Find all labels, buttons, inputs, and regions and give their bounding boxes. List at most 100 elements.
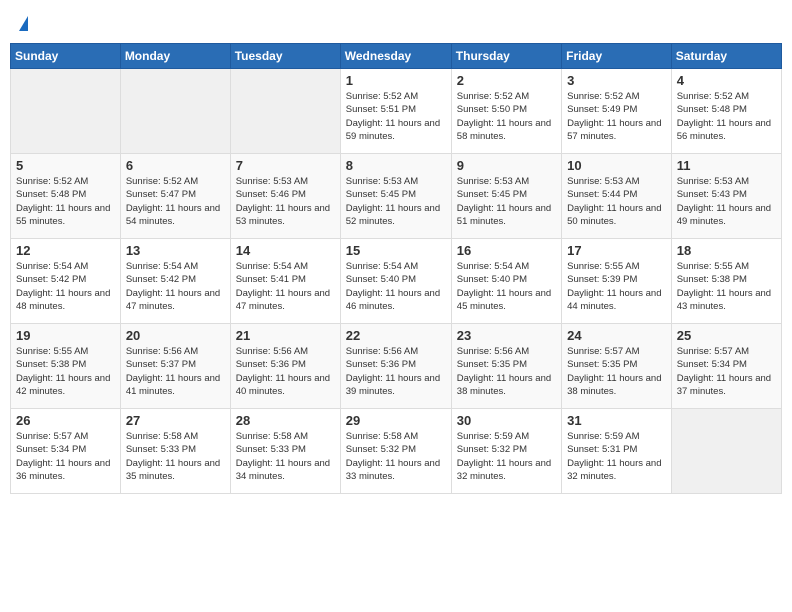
day-info: Sunrise: 5:54 AM Sunset: 5:42 PM Dayligh… (126, 260, 225, 313)
calendar-cell: 9 Sunrise: 5:53 AM Sunset: 5:45 PM Daylig… (451, 154, 561, 239)
day-number: 9 (457, 158, 556, 173)
day-info: Sunrise: 5:56 AM Sunset: 5:36 PM Dayligh… (346, 345, 446, 398)
calendar-cell: 11Sunrise: 5:53 AM Sunset: 5:43 PM Dayli… (671, 154, 781, 239)
day-number: 30 (457, 413, 556, 428)
day-number: 4 (677, 73, 776, 88)
calendar-cell: 2 Sunrise: 5:52 AM Sunset: 5:50 PM Daylig… (451, 69, 561, 154)
day-info: Sunrise: 5:52 AM Sunset: 5:49 PM Dayligh… (567, 90, 666, 143)
calendar-week-row: 26 Sunrise: 5:57 AM Sunset: 5:34 PM Dayli… (11, 409, 782, 494)
day-info: Sunrise: 5:56 AM Sunset: 5:36 PM Dayligh… (236, 345, 335, 398)
day-info: Sunrise: 5:53 AM Sunset: 5:44 PM Dayligh… (567, 175, 666, 228)
weekday-header-friday: Friday (562, 44, 672, 69)
day-number: 1 (346, 73, 446, 88)
calendar-cell: 13 Sunrise: 5:54 AM Sunset: 5:42 PM Dayli… (120, 239, 230, 324)
day-number: 17 (567, 243, 666, 258)
calendar-cell: 1 Sunrise: 5:52 AM Sunset: 5:51 PM Daylig… (340, 69, 451, 154)
day-info: Sunrise: 5:52 AM Sunset: 5:47 PM Dayligh… (126, 175, 225, 228)
logo (18, 16, 28, 29)
weekday-header-tuesday: Tuesday (230, 44, 340, 69)
weekday-header-sunday: Sunday (11, 44, 121, 69)
day-info: Sunrise: 5:54 AM Sunset: 5:42 PM Dayligh… (16, 260, 115, 313)
day-number: 29 (346, 413, 446, 428)
calendar-header-row: SundayMondayTuesdayWednesdayThursdayFrid… (11, 44, 782, 69)
calendar-cell: 14Sunrise: 5:54 AM Sunset: 5:41 PM Dayli… (230, 239, 340, 324)
calendar-cell: 29 Sunrise: 5:58 AM Sunset: 5:32 PM Dayli… (340, 409, 451, 494)
day-info: Sunrise: 5:57 AM Sunset: 5:34 PM Dayligh… (16, 430, 115, 483)
calendar-cell: 25 Sunrise: 5:57 AM Sunset: 5:34 PM Dayli… (671, 324, 781, 409)
day-info: Sunrise: 5:58 AM Sunset: 5:33 PM Dayligh… (126, 430, 225, 483)
day-info: Sunrise: 5:56 AM Sunset: 5:35 PM Dayligh… (457, 345, 556, 398)
calendar-cell: 3 Sunrise: 5:52 AM Sunset: 5:49 PM Daylig… (562, 69, 672, 154)
day-number: 2 (457, 73, 556, 88)
day-number: 18 (677, 243, 776, 258)
day-number: 14 (236, 243, 335, 258)
day-info: Sunrise: 5:56 AM Sunset: 5:37 PM Dayligh… (126, 345, 225, 398)
day-number: 23 (457, 328, 556, 343)
day-number: 21 (236, 328, 335, 343)
calendar-week-row: 19Sunrise: 5:55 AM Sunset: 5:38 PM Dayli… (11, 324, 782, 409)
calendar-cell: 27 Sunrise: 5:58 AM Sunset: 5:33 PM Dayli… (120, 409, 230, 494)
day-info: Sunrise: 5:55 AM Sunset: 5:38 PM Dayligh… (677, 260, 776, 313)
day-number: 16 (457, 243, 556, 258)
calendar-cell: 23 Sunrise: 5:56 AM Sunset: 5:35 PM Dayli… (451, 324, 561, 409)
day-number: 27 (126, 413, 225, 428)
calendar-cell: 21 Sunrise: 5:56 AM Sunset: 5:36 PM Dayli… (230, 324, 340, 409)
day-number: 13 (126, 243, 225, 258)
weekday-header-saturday: Saturday (671, 44, 781, 69)
day-info: Sunrise: 5:52 AM Sunset: 5:48 PM Dayligh… (16, 175, 115, 228)
weekday-header-monday: Monday (120, 44, 230, 69)
calendar-cell: 30 Sunrise: 5:59 AM Sunset: 5:32 PM Dayli… (451, 409, 561, 494)
weekday-header-thursday: Thursday (451, 44, 561, 69)
day-number: 7 (236, 158, 335, 173)
day-number: 20 (126, 328, 225, 343)
day-number: 26 (16, 413, 115, 428)
calendar-cell: 8 Sunrise: 5:53 AM Sunset: 5:45 PM Daylig… (340, 154, 451, 239)
day-number: 22 (346, 328, 446, 343)
day-info: Sunrise: 5:57 AM Sunset: 5:35 PM Dayligh… (567, 345, 666, 398)
calendar-cell: 17 Sunrise: 5:55 AM Sunset: 5:39 PM Dayli… (562, 239, 672, 324)
calendar-cell: 20 Sunrise: 5:56 AM Sunset: 5:37 PM Dayli… (120, 324, 230, 409)
day-info: Sunrise: 5:54 AM Sunset: 5:40 PM Dayligh… (457, 260, 556, 313)
calendar-cell: 22 Sunrise: 5:56 AM Sunset: 5:36 PM Dayli… (340, 324, 451, 409)
day-info: Sunrise: 5:53 AM Sunset: 5:45 PM Dayligh… (346, 175, 446, 228)
calendar-cell: 16 Sunrise: 5:54 AM Sunset: 5:40 PM Dayli… (451, 239, 561, 324)
calendar-cell (671, 409, 781, 494)
calendar-cell: 26 Sunrise: 5:57 AM Sunset: 5:34 PM Dayli… (11, 409, 121, 494)
day-number: 28 (236, 413, 335, 428)
logo-triangle-icon (19, 16, 28, 31)
day-info: Sunrise: 5:58 AM Sunset: 5:32 PM Dayligh… (346, 430, 446, 483)
page-header (10, 10, 782, 35)
calendar-cell: 6 Sunrise: 5:52 AM Sunset: 5:47 PM Daylig… (120, 154, 230, 239)
calendar-week-row: 1 Sunrise: 5:52 AM Sunset: 5:51 PM Daylig… (11, 69, 782, 154)
calendar-cell: 31Sunrise: 5:59 AM Sunset: 5:31 PM Dayli… (562, 409, 672, 494)
day-number: 6 (126, 158, 225, 173)
day-number: 3 (567, 73, 666, 88)
calendar-cell: 4Sunrise: 5:52 AM Sunset: 5:48 PM Daylig… (671, 69, 781, 154)
day-number: 25 (677, 328, 776, 343)
calendar-table: SundayMondayTuesdayWednesdayThursdayFrid… (10, 43, 782, 494)
calendar-cell (230, 69, 340, 154)
day-info: Sunrise: 5:57 AM Sunset: 5:34 PM Dayligh… (677, 345, 776, 398)
calendar-week-row: 12 Sunrise: 5:54 AM Sunset: 5:42 PM Dayli… (11, 239, 782, 324)
calendar-cell: 12 Sunrise: 5:54 AM Sunset: 5:42 PM Dayli… (11, 239, 121, 324)
calendar-cell: 5 Sunrise: 5:52 AM Sunset: 5:48 PM Daylig… (11, 154, 121, 239)
day-info: Sunrise: 5:55 AM Sunset: 5:39 PM Dayligh… (567, 260, 666, 313)
day-info: Sunrise: 5:52 AM Sunset: 5:51 PM Dayligh… (346, 90, 446, 143)
day-number: 12 (16, 243, 115, 258)
day-info: Sunrise: 5:59 AM Sunset: 5:31 PM Dayligh… (567, 430, 666, 483)
calendar-cell: 10Sunrise: 5:53 AM Sunset: 5:44 PM Dayli… (562, 154, 672, 239)
weekday-header-wednesday: Wednesday (340, 44, 451, 69)
day-number: 19 (16, 328, 115, 343)
calendar-cell: 28 Sunrise: 5:58 AM Sunset: 5:33 PM Dayli… (230, 409, 340, 494)
day-info: Sunrise: 5:52 AM Sunset: 5:50 PM Dayligh… (457, 90, 556, 143)
day-info: Sunrise: 5:53 AM Sunset: 5:45 PM Dayligh… (457, 175, 556, 228)
day-info: Sunrise: 5:58 AM Sunset: 5:33 PM Dayligh… (236, 430, 335, 483)
day-info: Sunrise: 5:53 AM Sunset: 5:46 PM Dayligh… (236, 175, 335, 228)
day-number: 5 (16, 158, 115, 173)
calendar-week-row: 5 Sunrise: 5:52 AM Sunset: 5:48 PM Daylig… (11, 154, 782, 239)
day-info: Sunrise: 5:53 AM Sunset: 5:43 PM Dayligh… (677, 175, 776, 228)
day-number: 15 (346, 243, 446, 258)
day-number: 8 (346, 158, 446, 173)
day-info: Sunrise: 5:59 AM Sunset: 5:32 PM Dayligh… (457, 430, 556, 483)
calendar-cell: 18 Sunrise: 5:55 AM Sunset: 5:38 PM Dayli… (671, 239, 781, 324)
